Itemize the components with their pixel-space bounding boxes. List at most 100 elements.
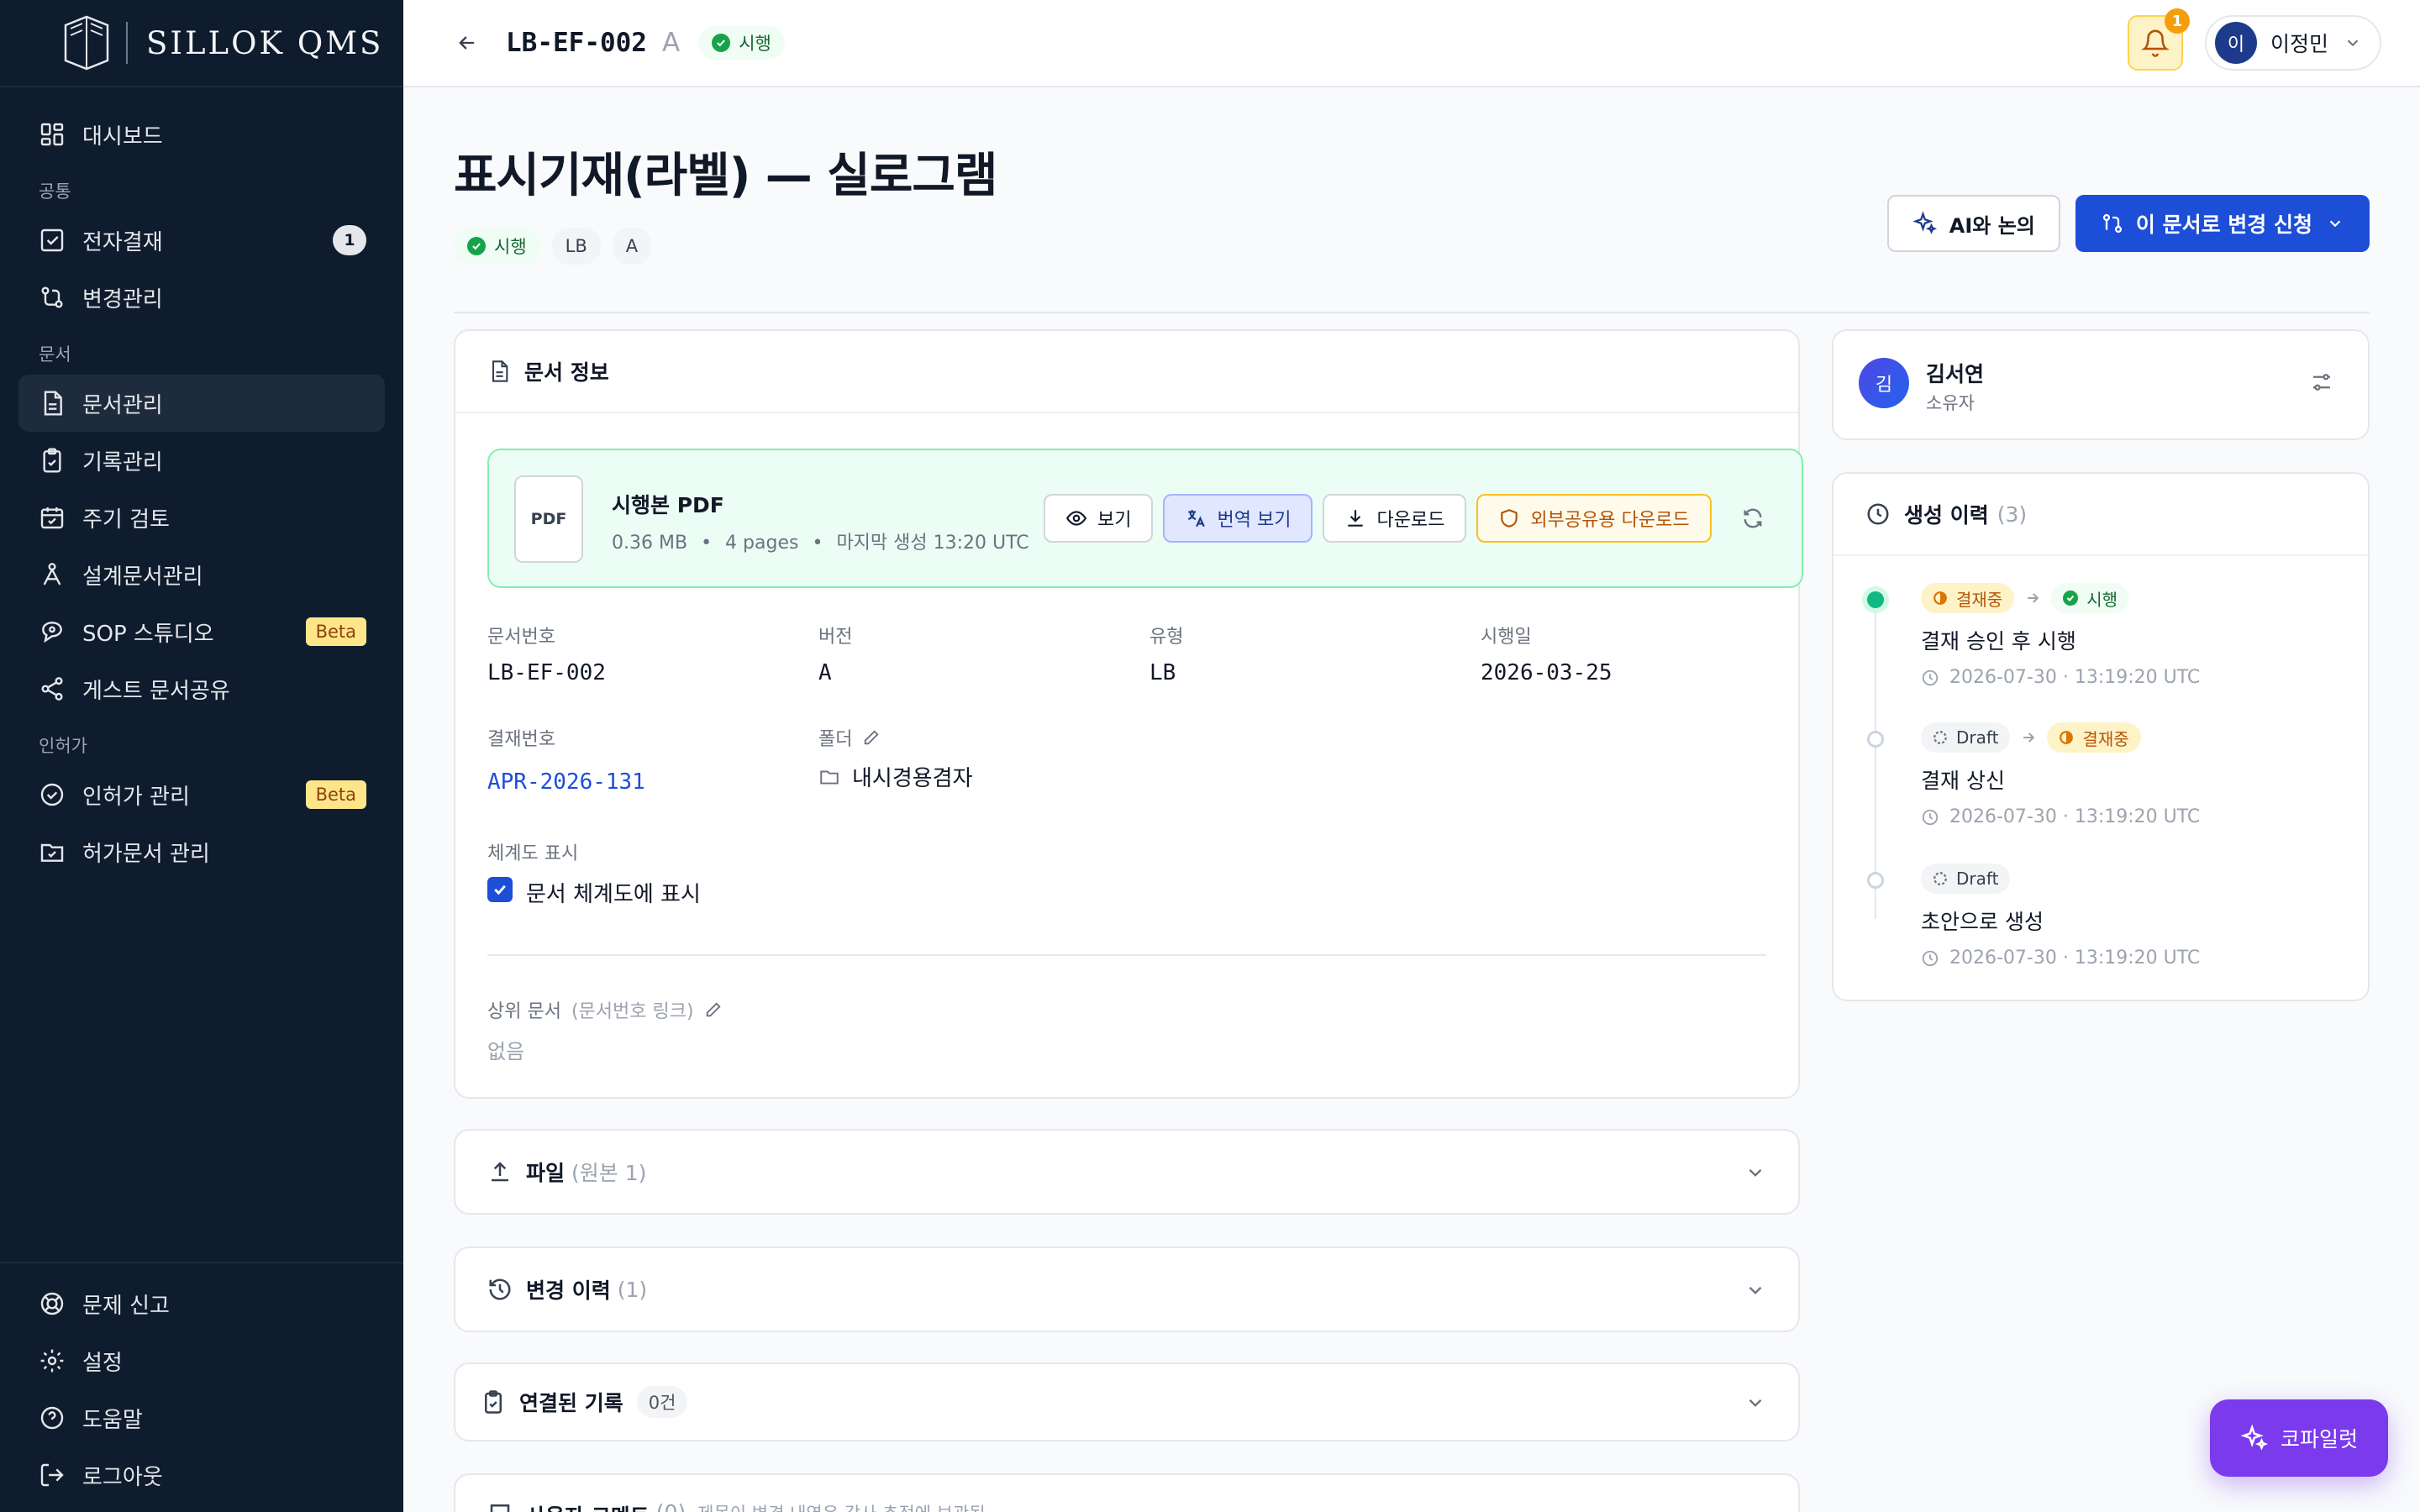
sidebar-item-guest-share[interactable]: 게스트 문서공유 (18, 660, 385, 717)
sidebar-item-design-docs[interactable]: 설계문서관리 (18, 546, 385, 603)
sidebar-item-help[interactable]: 도움말 (18, 1389, 385, 1446)
document-icon (492, 360, 508, 382)
regenerate-button[interactable] (1732, 497, 1774, 539)
design-icon (39, 561, 66, 588)
sidebar-item-label: 전자결재 (82, 229, 163, 255)
top-bar: LB-EF-002 A 시행 1 이 이정민 (403, 0, 2420, 87)
sidebar-item-documents[interactable]: 문서관리 (18, 375, 385, 432)
clock-icon (1922, 669, 1939, 685)
change-history-title: 변경 이력 (526, 1278, 611, 1303)
owner-card: 김 김서연 소유자 (1832, 329, 2370, 440)
approval-no-link[interactable]: APR-2026-131 (487, 769, 645, 795)
header-revision: A (661, 28, 681, 58)
sidebar-item-approval[interactable]: 전자결재 1 (18, 212, 385, 269)
timeline-event-time-row: 2026-07-30 · 13:19:20 UTC (1921, 806, 2200, 827)
arrow-right-icon (2023, 732, 2035, 743)
files-accordion[interactable]: 파일 (원본 1) (454, 1129, 1800, 1215)
download-button[interactable]: 다운로드 (1323, 494, 1467, 543)
sidebar-item-label: 인허가 관리 (82, 784, 190, 810)
ai-discuss-label: AI와 논의 (1949, 213, 2035, 238)
hierarchy-checkbox[interactable] (487, 877, 513, 902)
user-comments-accordion[interactable]: 사용자 코멘트 (0) 제목이 변경 내역은 감사 추적에 보관됨 (454, 1473, 1800, 1512)
timeline-event: Draft 초안으로 생성 2026-07-30 · 13:19:20 UTC (1921, 864, 2200, 969)
timeline-event-time-row: 2026-07-30 · 13:19:20 UTC (1921, 667, 2200, 688)
half-circle-icon (2059, 730, 2074, 745)
notification-button[interactable]: 1 (2128, 8, 2190, 71)
doc-no-value: LB-EF-002 (487, 660, 606, 685)
approval-count-badge: 1 (333, 225, 366, 255)
calendar-icon (39, 504, 66, 531)
status-label: 시행 (739, 34, 771, 54)
sidebar-item-periodic-review[interactable]: 주기 검토 (18, 489, 385, 546)
sidebar-item-label: 대시보드 (82, 123, 163, 150)
sidebar-item-label: 문서관리 (82, 392, 163, 418)
timeline-event-time: 2026-07-30 · 13:19:20 UTC (1949, 806, 2201, 827)
sidebar-item-change[interactable]: 변경관리 (18, 269, 385, 326)
sidebar-item-label: 설정 (82, 1350, 123, 1376)
user-comments-hint: 제목이 변경 내역은 감사 추적에 보관됨 (697, 1500, 986, 1512)
gear-icon (39, 1347, 66, 1374)
sidebar-item-label: 허가문서 관리 (82, 841, 210, 867)
pdf-size: 0.36 MB (612, 533, 688, 554)
timeline-line (1875, 600, 1876, 919)
pdf-pages: 4 pages (725, 533, 799, 554)
sidebar-footer: 문제 신고 설정 도움말 로그아웃 (0, 1262, 403, 1512)
sidebar-item-sop-studio[interactable]: SOP 스튜디오 Beta (18, 603, 385, 660)
license-icon (39, 781, 66, 808)
copilot-button[interactable]: 코파일럿 (2209, 1399, 2388, 1477)
status-tag: 시행 (454, 228, 540, 265)
sop-icon (39, 618, 66, 645)
sidebar-item-dashboard[interactable]: 대시보드 (18, 106, 385, 163)
folder-value-row: 내시경용겸자 (818, 761, 973, 792)
external-download-button[interactable]: 외부공유용 다운로드 (1476, 494, 1712, 543)
linked-records-count: 0건 (636, 1386, 688, 1418)
chevron-down-icon (1749, 1286, 1762, 1294)
upload-icon (492, 1162, 508, 1182)
owner-avatar: 김 (1859, 358, 1909, 408)
sidebar-item-permit-docs[interactable]: 허가문서 관리 (18, 823, 385, 880)
version-label: 버전 (818, 627, 853, 648)
pdf-file-icon: PDF (514, 475, 583, 563)
comment-icon (490, 1504, 510, 1512)
status-pill-label: 결재중 (1956, 589, 2003, 610)
half-circle-icon (1933, 591, 1948, 606)
timeline-dot (1867, 731, 1884, 748)
dashed-circle-icon (1933, 871, 1948, 886)
change-history-accordion[interactable]: 변경 이력 (1) (454, 1247, 1800, 1332)
dashed-circle-icon (1933, 730, 1948, 745)
effective-date-label: 시행일 (1481, 627, 1532, 648)
edit-folder-icon[interactable] (862, 728, 881, 747)
timeline-event-text: 결재 상신 (1921, 769, 2005, 793)
sliders-icon[interactable] (2309, 370, 2334, 395)
linked-records-accordion[interactable]: 연결된 기록 0건 (454, 1362, 1800, 1441)
sidebar-item-records[interactable]: 기록관리 (18, 432, 385, 489)
check-circle-icon (712, 34, 731, 52)
main-nav: 대시보드 공통 전자결재 1 변경관리 문서 문서관리 기록관리 주기 검토 설… (0, 87, 403, 880)
sidebar-item-license-mgmt[interactable]: 인허가 관리 Beta (18, 766, 385, 823)
view-pdf-button[interactable]: 보기 (1044, 494, 1154, 543)
timeline-event-time-row: 2026-07-30 · 13:19:20 UTC (1921, 948, 2200, 969)
timeline-dot-current (1867, 591, 1884, 608)
beta-badge: Beta (305, 780, 366, 809)
section-divider (487, 954, 1766, 956)
status-pill-label: Draft (1956, 727, 1999, 748)
pdf-panel: PDF 시행본 PDF 0.36 MB • 4 pages • 마지막 생성 13:20… (487, 449, 1803, 588)
clock-icon (1867, 503, 1889, 525)
timeline-event: 결재중 시행 결재 승인 후 시행 2026-07-30 · 13:19:20 … (1921, 583, 2200, 688)
sidebar-item-logout[interactable]: 로그아웃 (18, 1446, 385, 1504)
clock-icon (1922, 950, 1939, 966)
status-tag-label: 시행 (494, 237, 527, 257)
ai-discuss-button[interactable]: AI와 논의 (1886, 195, 2060, 252)
sidebar-item-label: 기록관리 (82, 449, 163, 475)
chevron-down-icon (2347, 39, 2359, 47)
user-menu[interactable]: 이 이정민 (2205, 15, 2381, 71)
brand-logo[interactable]: SILLOK QMS (0, 0, 403, 87)
sidebar-item-report[interactable]: 문제 신고 (18, 1275, 385, 1332)
translate-view-button[interactable]: 번역 보기 (1163, 494, 1313, 543)
change-request-button[interactable]: 이 문서로 변경 신청 (2075, 195, 2370, 252)
dashboard-icon (39, 121, 66, 148)
edit-parent-icon[interactable] (704, 1000, 723, 1019)
back-button[interactable] (447, 23, 487, 63)
sparkle-icon (1912, 211, 1937, 234)
sidebar-item-settings[interactable]: 설정 (18, 1332, 385, 1389)
